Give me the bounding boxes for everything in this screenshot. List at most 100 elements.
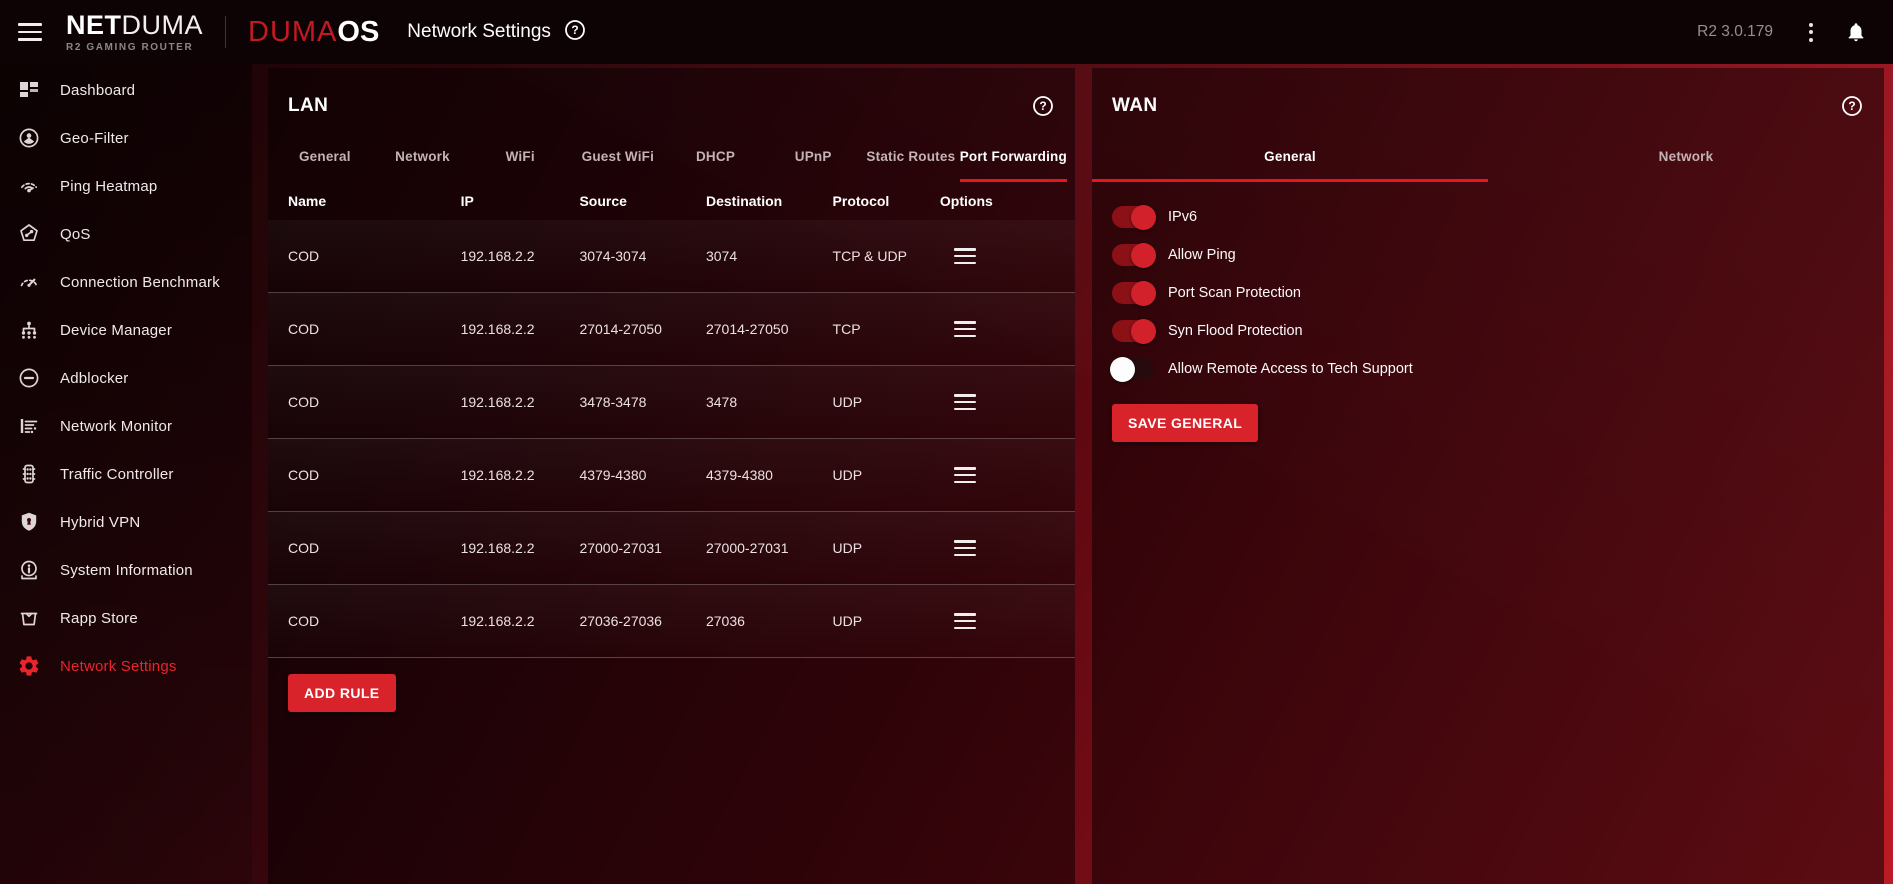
toggle-row-ipv6: IPv6 xyxy=(1112,198,1864,236)
sidebar-item-label: System Information xyxy=(60,562,193,579)
toggle-label: Allow Remote Access to Tech Support xyxy=(1168,361,1413,377)
sidebar-item-network-settings[interactable]: Network Settings xyxy=(0,642,252,690)
lan-tab-network[interactable]: Network xyxy=(374,140,472,182)
brand-duma: DUMA xyxy=(122,10,204,40)
traffic-controller-icon xyxy=(17,462,41,486)
cell-name: COD xyxy=(288,321,461,337)
app-root: NETDUMA R2 GAMING ROUTER DUMAOS Network … xyxy=(0,0,1893,884)
svg-text:?: ? xyxy=(571,23,578,37)
notifications-bell-icon[interactable] xyxy=(1845,21,1867,43)
cell-ip: 192.168.2.2 xyxy=(461,248,580,264)
system-information-icon xyxy=(17,558,41,582)
cell-source: 27036-27036 xyxy=(579,613,706,629)
sidebar-item-label: Traffic Controller xyxy=(60,466,174,483)
syn-flood-protection-toggle[interactable] xyxy=(1112,320,1154,342)
sidebar-item-label: Geo-Filter xyxy=(60,130,129,147)
lan-tab-wifi[interactable]: WiFi xyxy=(471,140,569,182)
cell-destination: 27014-27050 xyxy=(706,321,833,337)
lan-tab-port-forwarding[interactable]: Port Forwarding xyxy=(960,140,1067,182)
row-options-menu-icon[interactable] xyxy=(954,393,976,411)
column-header-destination: Destination xyxy=(706,193,833,209)
row-options-menu-icon[interactable] xyxy=(954,466,976,484)
sidebar-item-label: Ping Heatmap xyxy=(60,178,157,195)
lan-tab-upnp[interactable]: UPnP xyxy=(764,140,862,182)
sidebar-item-adblocker[interactable]: Adblocker xyxy=(0,354,252,402)
sidebar-item-hybrid-vpn[interactable]: Hybrid VPN xyxy=(0,498,252,546)
sidebar-item-label: Network Settings xyxy=(60,658,177,675)
cell-ip: 192.168.2.2 xyxy=(461,394,580,410)
sidebar-item-label: Connection Benchmark xyxy=(60,274,220,291)
port-forwarding-row: COD192.168.2.227000-2703127000-27031UDP xyxy=(268,512,1075,585)
wan-tabs: GeneralNetwork xyxy=(1092,140,1884,182)
lan-tab-general[interactable]: General xyxy=(276,140,374,182)
port-forwarding-row: COD192.168.2.227036-2703627036UDP xyxy=(268,585,1075,658)
save-general-button[interactable]: SAVE GENERAL xyxy=(1112,404,1258,442)
wan-tab-network[interactable]: Network xyxy=(1488,140,1884,182)
column-header-protocol: Protocol xyxy=(833,193,940,209)
toggle-label: Port Scan Protection xyxy=(1168,285,1301,301)
device-manager-icon xyxy=(17,318,41,342)
network-monitor-icon xyxy=(17,414,41,438)
wan-panel-title: WAN xyxy=(1112,94,1158,118)
row-options-menu-icon[interactable] xyxy=(954,247,976,265)
cell-name: COD xyxy=(288,248,461,264)
svg-text:?: ? xyxy=(1848,99,1855,113)
connection-benchmark-icon xyxy=(17,270,41,294)
port-forwarding-table: COD192.168.2.23074-30743074TCP & UDPCOD1… xyxy=(268,220,1075,658)
column-header-options: Options xyxy=(940,193,1055,209)
cell-destination: 3478 xyxy=(706,394,833,410)
lan-panel-title: LAN xyxy=(288,94,328,118)
lan-tab-dhcp[interactable]: DHCP xyxy=(667,140,765,182)
cell-protocol: UDP xyxy=(833,540,940,556)
wan-help-icon[interactable]: ? xyxy=(1840,94,1864,118)
cell-source: 3074-3074 xyxy=(579,248,706,264)
toggle-label: Allow Ping xyxy=(1168,247,1236,263)
sidebar-item-network-monitor[interactable]: Network Monitor xyxy=(0,402,252,450)
toggle-row-allow-remote-access-to-tech-support: Allow Remote Access to Tech Support xyxy=(1112,350,1864,388)
port-forwarding-row: COD192.168.2.24379-43804379-4380UDP xyxy=(268,439,1075,512)
sidebar-item-label: Network Monitor xyxy=(60,418,172,435)
cell-destination: 4379-4380 xyxy=(706,467,833,483)
sidebar-item-qos[interactable]: QoS xyxy=(0,210,252,258)
sidebar-item-geo-filter[interactable]: Geo-Filter xyxy=(0,114,252,162)
column-header-source: Source xyxy=(579,193,706,209)
sidebar-item-rapp-store[interactable]: Rapp Store xyxy=(0,594,252,642)
cell-source: 27014-27050 xyxy=(579,321,706,337)
dumaos-logo: DUMAOS xyxy=(248,18,379,47)
sidebar-item-label: Device Manager xyxy=(60,322,172,339)
page-help-icon[interactable]: ? xyxy=(563,18,587,47)
cell-source: 4379-4380 xyxy=(579,467,706,483)
page-title: Network Settings xyxy=(407,21,551,43)
sidebar-item-connection-benchmark[interactable]: Connection Benchmark xyxy=(0,258,252,306)
cell-ip: 192.168.2.2 xyxy=(461,613,580,629)
sidebar-item-device-manager[interactable]: Device Manager xyxy=(0,306,252,354)
row-options-menu-icon[interactable] xyxy=(954,612,976,630)
allow-ping-toggle[interactable] xyxy=(1112,244,1154,266)
hamburger-menu-icon[interactable] xyxy=(18,23,42,41)
cell-name: COD xyxy=(288,467,461,483)
port-forwarding-table-header: NameIPSourceDestinationProtocolOptions xyxy=(268,182,1075,220)
toggle-label: IPv6 xyxy=(1168,209,1197,225)
row-options-menu-icon[interactable] xyxy=(954,539,976,557)
cell-ip: 192.168.2.2 xyxy=(461,321,580,337)
lan-tab-guest-wifi[interactable]: Guest WiFi xyxy=(569,140,667,182)
sidebar-item-system-information[interactable]: System Information xyxy=(0,546,252,594)
kebab-menu-icon[interactable] xyxy=(1803,21,1819,44)
sidebar-item-traffic-controller[interactable]: Traffic Controller xyxy=(0,450,252,498)
lan-tab-static-routes[interactable]: Static Routes xyxy=(862,140,960,182)
port-scan-protection-toggle[interactable] xyxy=(1112,282,1154,304)
row-options-menu-icon[interactable] xyxy=(954,320,976,338)
ipv6-toggle[interactable] xyxy=(1112,206,1154,228)
cell-destination: 27000-27031 xyxy=(706,540,833,556)
wan-general-toggles: IPv6Allow PingPort Scan ProtectionSyn Fl… xyxy=(1112,198,1864,388)
port-forwarding-row: COD192.168.2.23478-34783478UDP xyxy=(268,366,1075,439)
add-rule-button[interactable]: ADD RULE xyxy=(288,674,396,712)
cell-name: COD xyxy=(288,394,461,410)
wan-tab-general[interactable]: General xyxy=(1092,140,1488,182)
allow-remote-access-to-tech-support-toggle[interactable] xyxy=(1112,358,1154,380)
sidebar-item-label: Hybrid VPN xyxy=(60,514,140,531)
lan-help-icon[interactable]: ? xyxy=(1031,94,1055,118)
sidebar-item-ping-heatmap[interactable]: Ping Heatmap xyxy=(0,162,252,210)
sidebar-item-dashboard[interactable]: Dashboard xyxy=(0,66,252,114)
port-forwarding-row: COD192.168.2.23074-30743074TCP & UDP xyxy=(268,220,1075,293)
